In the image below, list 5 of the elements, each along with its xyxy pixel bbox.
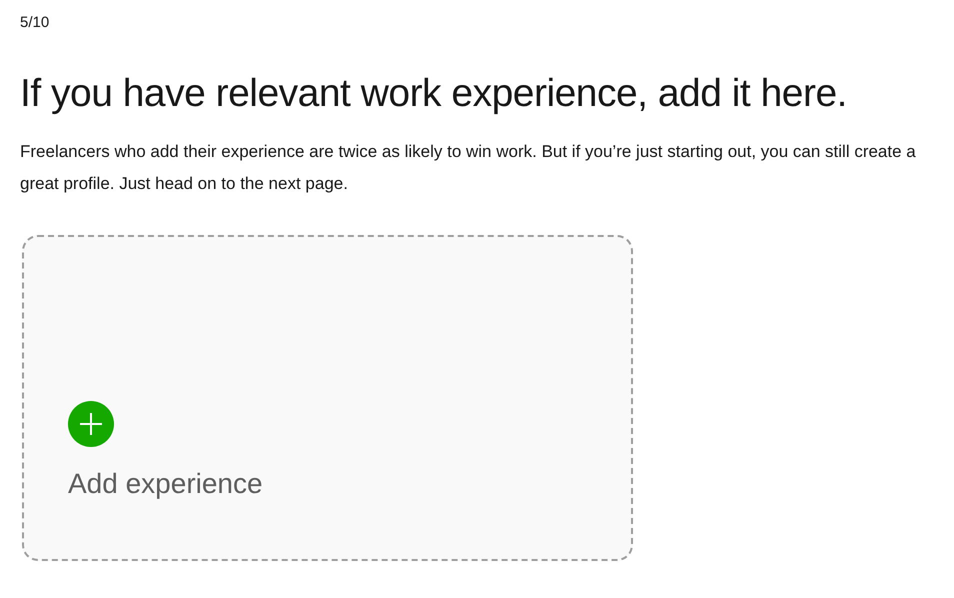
description-text: Freelancers who add their experience are twice as likely to win work. But if you’re just starting out, you can still create a great profile. Just head on to the next page.: [20, 141, 917, 195]
page-heading: If you have relevant work experience, add it here.: [20, 71, 848, 117]
plus-icon: [68, 401, 114, 447]
step-counter: 5/10: [20, 13, 50, 33]
add-experience-button[interactable]: Add experience: [22, 235, 633, 561]
